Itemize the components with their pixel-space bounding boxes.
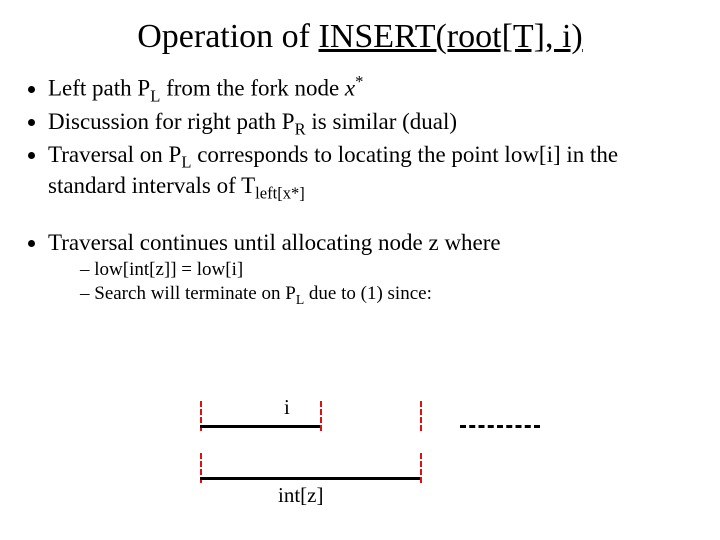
slide: Operation of INSERT(root[T], i) Left pat…	[0, 0, 720, 540]
bullet-4: Traversal continues until allocating nod…	[48, 229, 696, 308]
subscript: R	[295, 119, 306, 138]
segment-intz	[200, 477, 420, 480]
label-intz: int[z]	[278, 483, 323, 508]
tick	[420, 401, 422, 431]
subscript: L	[296, 292, 304, 307]
bullet-3: Traversal on PL corresponds to locating …	[48, 141, 696, 203]
bullet-2: Discussion for right path PR is similar …	[48, 108, 696, 139]
subscript: left[x*]	[255, 184, 305, 203]
text: Discussion for right path P	[48, 109, 295, 134]
subscript: L	[150, 86, 160, 105]
text: Search will terminate on P	[94, 283, 296, 304]
bullet-list-1: Left path PL from the fork node x* Discu…	[30, 72, 696, 203]
title-underlined: INSERT(root[T], i)	[319, 18, 583, 55]
title-pre: Operation of	[137, 18, 318, 55]
sub-bullet-1: low[int[z]] = low[i]	[80, 258, 696, 282]
text: Left path P	[48, 76, 150, 101]
var-x: x	[345, 76, 355, 101]
bullet-1: Left path PL from the fork node x*	[48, 72, 696, 106]
text: from the fork node	[160, 76, 345, 101]
subscript: L	[181, 153, 191, 172]
tick	[420, 453, 422, 483]
superscript: *	[355, 72, 363, 91]
text: Traversal on P	[48, 142, 181, 167]
bullet-list-2: Traversal continues until allocating nod…	[30, 229, 696, 308]
text: Traversal continues until allocating nod…	[48, 230, 501, 255]
segment-i	[200, 425, 320, 428]
sub-bullet-list: low[int[z]] = low[i] Search will termina…	[58, 258, 696, 308]
sub-bullet-2: Search will terminate on PL due to (1) s…	[80, 282, 696, 308]
text: due to (1) since:	[304, 283, 432, 304]
segment-dashed	[460, 425, 540, 428]
tick	[320, 401, 322, 431]
interval-diagram: i int[z]	[200, 395, 600, 515]
text: is similar (dual)	[306, 109, 457, 134]
slide-title: Operation of INSERT(root[T], i)	[24, 18, 696, 56]
label-i: i	[284, 395, 290, 420]
